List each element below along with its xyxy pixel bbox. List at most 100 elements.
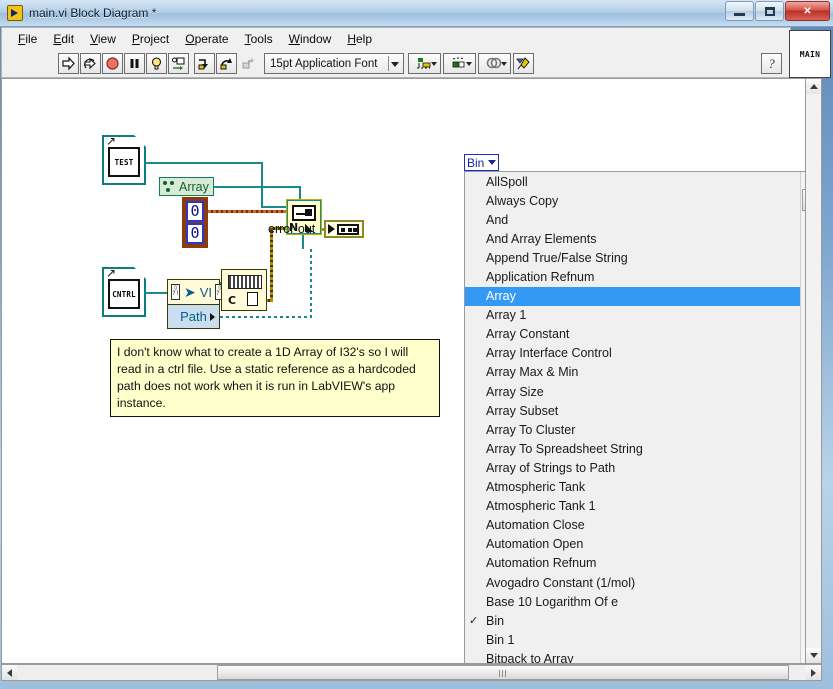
dropdown-item[interactable]: Automation Refnum xyxy=(465,554,801,573)
menu-view[interactable]: View xyxy=(82,30,124,48)
distribute-objects-button[interactable] xyxy=(443,53,476,74)
vi-ref-fold-2 xyxy=(133,266,147,280)
abort-execution-button[interactable] xyxy=(102,53,123,74)
menu-window[interactable]: Window xyxy=(281,30,340,48)
hscroll-left-button[interactable] xyxy=(2,665,17,680)
dropdown-item[interactable]: Array Interface Control xyxy=(465,344,801,363)
run-continuously-button[interactable] xyxy=(80,53,101,74)
property-node-property-row[interactable]: Path xyxy=(168,304,219,328)
dropdown-item[interactable]: Array 1 xyxy=(465,306,801,325)
dropdown-item[interactable]: Application Refnum xyxy=(465,267,801,286)
item-name-combobox[interactable]: Bin xyxy=(464,154,500,171)
dropdown-item[interactable]: Avogadro Constant (1/mol) xyxy=(465,573,801,592)
dropdown-item[interactable]: Array Constant xyxy=(465,325,801,344)
toolbar: 15pt Application Font ? xyxy=(1,50,791,78)
dropdown-item[interactable]: Array xyxy=(465,286,801,306)
run-button[interactable] xyxy=(58,53,79,74)
minimize-button[interactable] xyxy=(725,1,754,21)
dropdown-item[interactable]: Always Copy xyxy=(465,191,801,210)
error-out-indicator[interactable] xyxy=(324,220,364,238)
dropdown-item[interactable]: Automation Open xyxy=(465,535,801,554)
step-out-icon xyxy=(242,58,254,69)
menu-tools[interactable]: Tools xyxy=(237,30,281,48)
dropdown-item[interactable]: Append True/False String xyxy=(465,248,801,267)
context-help-button[interactable]: ? xyxy=(761,53,782,74)
array-cluster-icon xyxy=(162,180,176,193)
array-element-1[interactable]: 0 xyxy=(186,223,204,244)
array-element-0[interactable]: 0 xyxy=(186,201,204,222)
dropdown-item[interactable]: Automation Close xyxy=(465,516,801,535)
diagram-scroll-up-button[interactable] xyxy=(806,79,821,94)
dropdown-item[interactable]: And Array Elements xyxy=(465,229,801,248)
dropdown-item[interactable]: Atmospheric Tank 1 xyxy=(465,497,801,516)
dropdown-item-label: AllSpoll xyxy=(486,174,528,189)
close-button[interactable]: ✕ xyxy=(785,1,830,21)
hscroll-track[interactable] xyxy=(17,665,806,680)
dropdown-item[interactable]: Bitpack to Array xyxy=(465,649,801,663)
dropdown-item-label: Array Size xyxy=(486,384,544,399)
dropdown-item[interactable]: And xyxy=(465,210,801,229)
diagram-scroll-down-button[interactable] xyxy=(806,648,821,663)
hscroll-thumb[interactable] xyxy=(217,665,789,680)
triangle-left-icon xyxy=(7,668,12,677)
highlight-execution-button[interactable] xyxy=(146,53,167,74)
menu-operate[interactable]: Operate xyxy=(177,30,236,48)
diagram-comment[interactable]: I don't know what to create a 1D Array o… xyxy=(110,339,440,417)
diagram-horizontal-scrollbar[interactable] xyxy=(1,664,822,681)
cntrl-vi-reference-node[interactable]: ↗ CNTRL xyxy=(102,266,147,317)
vi-refnum-icon: ➤ xyxy=(184,283,196,300)
vi-context-button[interactable]: MAIN xyxy=(789,30,831,78)
wire-test-to-node xyxy=(146,162,263,164)
dropdown-item[interactable]: ✓ Bin xyxy=(465,611,801,630)
dropdown-item-label: Array Constant xyxy=(486,327,570,342)
dropdown-item[interactable]: Atmospheric Tank xyxy=(465,478,801,497)
block-diagram-canvas[interactable]: ↗ TEST Array 0 0 N error out ↗ CNTRL ▯ ?… xyxy=(1,78,806,664)
dropdown-item[interactable]: Bin 1 xyxy=(465,630,801,649)
step-into-button[interactable] xyxy=(194,53,215,74)
menu-file[interactable]: File xyxy=(10,30,45,48)
array-terminal-label[interactable]: Array xyxy=(159,177,214,196)
retain-wire-values-button[interactable] xyxy=(168,53,189,74)
dropdown-item[interactable]: Array Subset xyxy=(465,401,801,420)
item-name-dropdown[interactable]: AllSpoll Always Copy And And Array Elements… xyxy=(464,171,805,663)
cleanup-broom-icon xyxy=(515,57,530,70)
dropdown-item[interactable]: Array Max & Min xyxy=(465,363,801,382)
test-vi-reference-node[interactable]: ↗ TEST xyxy=(102,134,147,185)
dropdown-item-label: Automation Open xyxy=(486,537,584,552)
pause-button[interactable] xyxy=(124,53,145,74)
hscroll-right-button[interactable] xyxy=(806,665,821,680)
align-objects-button[interactable] xyxy=(408,53,441,74)
font-selector[interactable]: 15pt Application Font xyxy=(264,53,404,74)
step-out-button[interactable] xyxy=(238,53,259,74)
chevron-down-icon xyxy=(466,62,472,66)
property-node-class-label: VI xyxy=(199,284,213,300)
chevron-down-icon xyxy=(501,62,507,66)
file-document-icon xyxy=(247,292,258,306)
error-out-label: error out xyxy=(268,222,316,236)
dropdown-item[interactable]: Array of Strings to Path xyxy=(465,458,801,477)
dropdown-list[interactable]: AllSpoll Always Copy And And Array Elements… xyxy=(465,172,801,663)
menu-help[interactable]: Help xyxy=(339,30,380,48)
minimize-icon xyxy=(734,12,745,16)
dropdown-item[interactable]: Array To Cluster xyxy=(465,420,801,439)
menu-edit[interactable]: Edit xyxy=(45,30,82,48)
reorder-button[interactable] xyxy=(478,53,511,74)
array-constant[interactable]: 0 0 xyxy=(182,197,208,248)
dropdown-item[interactable]: AllSpoll xyxy=(465,172,801,191)
dropdown-item[interactable]: Array To Spreadsheet String xyxy=(465,439,801,458)
dropdown-item[interactable]: Array Size xyxy=(465,382,801,401)
cleanup-diagram-button[interactable] xyxy=(513,53,534,74)
step-into-icon xyxy=(198,59,208,70)
diagram-vertical-scrollbar[interactable] xyxy=(806,78,822,664)
dropdown-item[interactable]: Base 10 Logarithm Of e xyxy=(465,592,801,611)
dropdown-item-label: Array To Spreadsheet String xyxy=(486,441,643,456)
maximize-button[interactable] xyxy=(755,1,784,21)
dropdown-item-label: And xyxy=(486,212,509,227)
vi-property-node[interactable]: ▯?! ➤ VI ▯?! Path xyxy=(167,279,225,329)
maximize-icon xyxy=(764,6,775,16)
step-over-button[interactable] xyxy=(216,53,237,74)
menu-project[interactable]: Project xyxy=(124,30,177,48)
read-ctrl-file-node[interactable]: C xyxy=(221,269,267,311)
dropdown-item-label: Always Copy xyxy=(486,193,559,208)
property-node-property-label: Path xyxy=(180,309,207,324)
